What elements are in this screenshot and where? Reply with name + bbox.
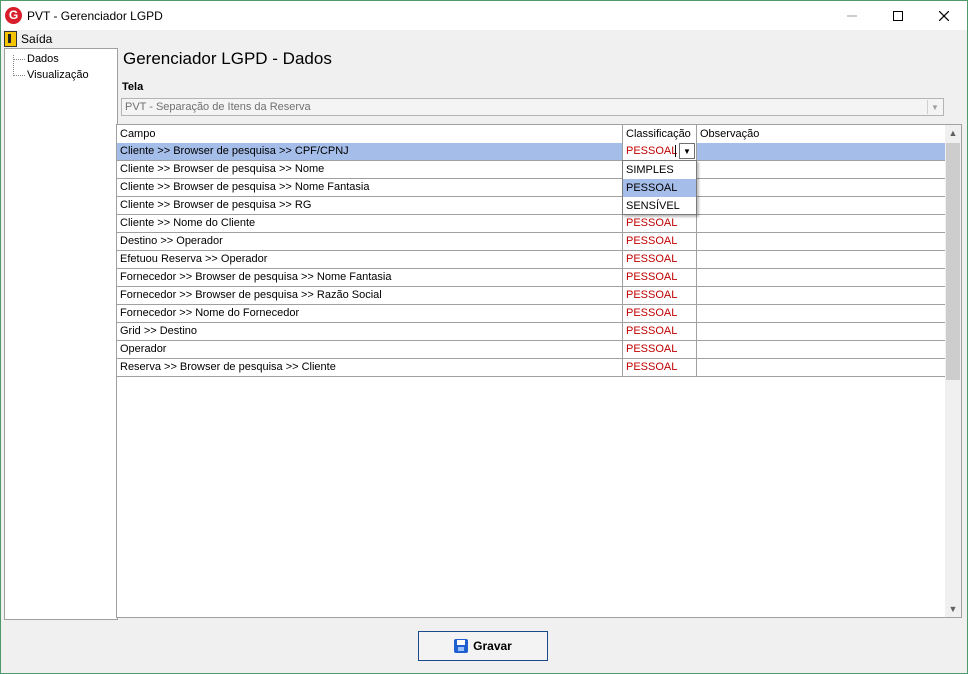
exit-door-icon (4, 31, 17, 47)
cell-campo[interactable]: Cliente >> Nome do Cliente (117, 215, 623, 232)
cell-observacao[interactable] (697, 215, 945, 232)
classification-dropdown-button[interactable]: ▼ (679, 143, 695, 159)
cell-campo[interactable]: Operador (117, 341, 623, 358)
menu-bar: Saída (1, 30, 967, 48)
close-button[interactable] (921, 1, 967, 30)
tree-item-label: Dados (27, 53, 59, 65)
cell-observacao[interactable] (697, 359, 945, 376)
cell-observacao[interactable] (697, 269, 945, 286)
dropdown-option-pessoal[interactable]: PESSOAL (623, 179, 696, 197)
chevron-down-icon: ▼ (683, 146, 691, 156)
table-row[interactable]: Destino >> Operador PESSOAL (117, 233, 945, 251)
cell-observacao[interactable] (697, 251, 945, 268)
menu-exit-label: Saída (21, 32, 53, 46)
cell-observacao[interactable] (697, 323, 945, 340)
table-row[interactable]: Cliente >> Browser de pesquisa >> CPF/CP… (117, 143, 945, 161)
fields-grid: Campo Classificação Observação Cliente >… (116, 124, 962, 618)
table-row[interactable]: Reserva >> Browser de pesquisa >> Client… (117, 359, 945, 377)
floppy-disk-icon (454, 639, 469, 653)
cell-classificacao[interactable]: PESSOAL (623, 251, 697, 268)
cell-classificacao[interactable]: PESSOAL (623, 305, 697, 322)
cell-observacao[interactable] (697, 287, 945, 304)
grid-header: Campo Classificação Observação (117, 125, 945, 144)
cell-campo[interactable]: Cliente >> Browser de pesquisa >> CPF/CP… (117, 143, 623, 160)
cell-campo[interactable]: Fornecedor >> Browser de pesquisa >> Nom… (117, 269, 623, 286)
column-header-observacao[interactable]: Observação (697, 125, 945, 143)
dropdown-option-simples[interactable]: SIMPLES (623, 161, 696, 179)
cell-campo[interactable]: Fornecedor >> Browser de pesquisa >> Raz… (117, 287, 623, 304)
cell-observacao[interactable] (697, 341, 945, 358)
minimize-icon (847, 15, 857, 16)
table-row[interactable]: Fornecedor >> Browser de pesquisa >> Nom… (117, 269, 945, 287)
cell-classificacao[interactable]: PESSOAL (623, 341, 697, 358)
page-title: Gerenciador LGPD - Dados (123, 49, 332, 68)
close-icon (939, 10, 949, 21)
table-row[interactable]: Fornecedor >> Nome do Fornecedor PESSOAL (117, 305, 945, 323)
navigation-tree: Dados Visualização (4, 48, 118, 620)
cell-campo[interactable]: Fornecedor >> Nome do Fornecedor (117, 305, 623, 322)
tree-item-visualizacao[interactable]: Visualização (13, 68, 89, 82)
maximize-button[interactable] (875, 1, 921, 30)
cell-classificacao[interactable]: PESSOAL (623, 287, 697, 304)
table-row[interactable]: Operador PESSOAL (117, 341, 945, 359)
cell-campo[interactable]: Cliente >> Browser de pesquisa >> RG (117, 197, 623, 214)
cell-campo[interactable]: Reserva >> Browser de pesquisa >> Client… (117, 359, 623, 376)
cell-campo[interactable]: Destino >> Operador (117, 233, 623, 250)
scroll-thumb[interactable] (946, 143, 960, 380)
title-bar: G PVT - Gerenciador LGPD (1, 1, 967, 30)
tree-item-dados[interactable]: Dados (13, 52, 59, 66)
cell-observacao[interactable] (697, 179, 945, 196)
table-row[interactable]: Cliente >> Browser de pesquisa >> Nome (117, 161, 945, 179)
cell-campo[interactable]: Cliente >> Browser de pesquisa >> Nome (117, 161, 623, 178)
table-row[interactable]: Cliente >> Browser de pesquisa >> RG (117, 197, 945, 215)
tela-label: Tela (122, 81, 144, 93)
cell-classificacao[interactable]: PESSOAL (623, 233, 697, 250)
dropdown-option-sensivel[interactable]: SENSÍVEL (623, 197, 696, 215)
cell-campo[interactable]: Cliente >> Browser de pesquisa >> Nome F… (117, 179, 623, 196)
cell-observacao[interactable] (697, 233, 945, 250)
scroll-down-icon[interactable]: ▼ (945, 601, 961, 617)
cell-classificacao[interactable]: PESSOAL (623, 359, 697, 376)
cell-classificacao[interactable]: PESSOAL (623, 323, 697, 340)
column-header-campo[interactable]: Campo (117, 125, 623, 143)
classification-dropdown-list: SIMPLES PESSOAL SENSÍVEL (622, 160, 697, 215)
menu-exit[interactable]: Saída (4, 31, 52, 47)
column-header-classificacao[interactable]: Classificação (623, 125, 697, 143)
text-cursor (675, 145, 676, 157)
cell-observacao[interactable] (697, 161, 945, 178)
window-title: PVT - Gerenciador LGPD (27, 9, 163, 23)
tree-item-label: Visualização (27, 69, 89, 81)
cell-campo[interactable]: Grid >> Destino (117, 323, 623, 340)
vertical-scrollbar[interactable]: ▲ ▼ (945, 125, 961, 617)
table-row[interactable]: Efetuou Reserva >> Operador PESSOAL (117, 251, 945, 269)
maximize-icon (893, 10, 903, 21)
tela-select-value: PVT - Separação de Itens da Reserva (125, 101, 311, 113)
cell-observacao[interactable] (697, 197, 945, 214)
cell-classificacao[interactable]: PESSOAL (623, 215, 697, 232)
save-button[interactable]: Gravar (418, 631, 548, 661)
scroll-up-icon[interactable]: ▲ (945, 125, 961, 141)
cell-observacao[interactable] (697, 143, 945, 160)
app-logo-icon: G (5, 7, 22, 24)
save-button-label: Gravar (473, 639, 512, 653)
minimize-button[interactable] (829, 1, 875, 30)
tela-select[interactable]: PVT - Separação de Itens da Reserva ▼ (121, 98, 944, 116)
cell-classificacao[interactable]: PESSOAL (623, 269, 697, 286)
table-row[interactable]: Cliente >> Browser de pesquisa >> Nome F… (117, 179, 945, 197)
table-row[interactable]: Grid >> Destino PESSOAL (117, 323, 945, 341)
cell-campo[interactable]: Efetuou Reserva >> Operador (117, 251, 623, 268)
table-row[interactable]: Cliente >> Nome do Cliente PESSOAL (117, 215, 945, 233)
chevron-down-icon[interactable]: ▼ (927, 100, 942, 114)
cell-observacao[interactable] (697, 305, 945, 322)
table-row[interactable]: Fornecedor >> Browser de pesquisa >> Raz… (117, 287, 945, 305)
